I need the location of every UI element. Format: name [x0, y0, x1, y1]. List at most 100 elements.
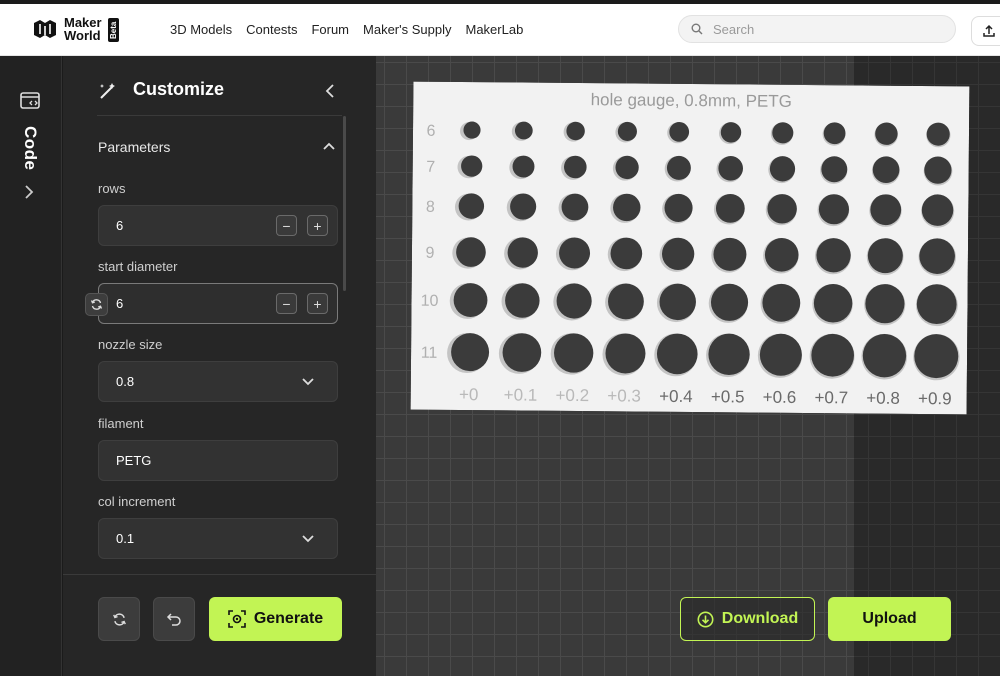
gauge-hole — [510, 193, 537, 220]
beta-badge: Beta — [108, 18, 119, 42]
gauge-hole — [862, 334, 907, 378]
upload-button[interactable]: Upload — [828, 597, 951, 641]
gauge-hole — [919, 238, 955, 274]
start-diameter-value[interactable]: 6 — [116, 296, 123, 311]
rows-value[interactable]: 6 — [116, 218, 123, 233]
gauge-hole — [661, 237, 695, 271]
generate-button[interactable]: Generate — [209, 597, 342, 641]
nav-forum[interactable]: Forum — [311, 22, 349, 37]
nozzle-size-label: nozzle size — [98, 337, 163, 352]
makerworld-logo[interactable]: Maker World — [32, 16, 102, 42]
makerworld-logo-icon — [34, 20, 56, 38]
row-label: 6 — [426, 123, 435, 140]
gauge-hole — [718, 156, 743, 181]
nav-makerlab[interactable]: MakerLab — [465, 22, 523, 37]
gauge-hole — [924, 156, 952, 184]
gauge-hole — [561, 193, 589, 221]
gauge-hole — [764, 237, 799, 272]
gauge-hole — [813, 284, 853, 323]
rows-stepper[interactable]: 6 − + — [98, 205, 338, 246]
col-increment-label: col increment — [98, 494, 176, 509]
column-label: +0.7 — [814, 388, 848, 407]
nozzle-size-value: 0.8 — [116, 374, 135, 389]
row-label: 8 — [426, 199, 435, 216]
gauge-hole — [514, 121, 533, 140]
gauge-hole — [613, 193, 641, 222]
side-rail: Code — [0, 56, 62, 676]
reset-value-button[interactable] — [85, 293, 108, 316]
column-label: +0.5 — [711, 387, 745, 406]
search-input[interactable] — [713, 21, 913, 37]
gauge-hole — [507, 237, 538, 268]
gauge-hole — [823, 122, 846, 145]
gauge-hole — [463, 121, 481, 139]
gauge-hole — [666, 155, 691, 180]
gauge-hole — [610, 237, 643, 270]
panel-scrollbar[interactable] — [343, 116, 346, 291]
generate-scan-icon — [228, 610, 246, 628]
gauge-hole — [659, 283, 696, 321]
rows-increment-button[interactable]: + — [307, 215, 328, 236]
nav-contests[interactable]: Contests — [246, 22, 297, 37]
gauge-hole — [767, 194, 797, 224]
refresh-button[interactable] — [98, 597, 140, 641]
gauge-hole — [867, 238, 903, 274]
start-diameter-decrement-button[interactable]: − — [276, 293, 297, 314]
code-tab[interactable]: Code — [20, 126, 40, 171]
gauge-hole — [453, 283, 488, 317]
gauge-hole — [556, 283, 592, 319]
filament-input[interactable]: PETG — [98, 440, 338, 481]
chevron-up-icon[interactable] — [322, 141, 336, 151]
chevron-right-icon[interactable] — [24, 184, 34, 200]
gauge-hole — [769, 156, 796, 182]
column-label: +0.2 — [555, 386, 589, 405]
gauge-hole — [720, 122, 742, 143]
start-diameter-increment-button[interactable]: + — [307, 293, 328, 314]
upload-icon-button[interactable] — [971, 16, 1000, 46]
parameters-section-header[interactable]: Parameters — [98, 139, 170, 155]
column-label: +0.1 — [504, 385, 538, 404]
gauge-hole — [759, 333, 802, 376]
gauge-hole — [456, 237, 486, 267]
collapse-chevron-left-icon[interactable] — [325, 83, 335, 99]
rows-decrement-button[interactable]: − — [276, 215, 297, 236]
filament-value[interactable]: PETG — [116, 453, 151, 468]
refresh-icon — [90, 299, 103, 310]
gauge-hole — [821, 156, 848, 183]
search-icon — [691, 23, 703, 35]
gauge-hole — [605, 333, 646, 374]
nav-3d-models[interactable]: 3D Models — [170, 22, 232, 37]
panel-footer: Generate — [63, 574, 376, 676]
gauge-hole — [608, 283, 644, 320]
download-button[interactable]: Download — [680, 597, 815, 641]
gauge-hole — [818, 194, 850, 225]
gauge-hole — [916, 284, 957, 325]
gauge-hole — [563, 155, 587, 179]
nozzle-size-select[interactable]: 0.8 — [98, 361, 338, 402]
gauge-hole — [566, 121, 585, 141]
gauge-hole — [921, 194, 954, 226]
gauge-hole — [669, 122, 690, 142]
start-diameter-stepper[interactable]: 6 − + — [98, 283, 338, 324]
gauge-hole — [656, 333, 698, 375]
gauge-hole — [914, 334, 959, 379]
gauge-hole — [512, 155, 535, 178]
gauge-hole — [617, 121, 637, 141]
code-window-icon[interactable] — [20, 92, 40, 109]
gauge-hole — [872, 156, 900, 184]
undo-button[interactable] — [153, 597, 195, 641]
filament-label: filament — [98, 416, 144, 431]
download-icon — [697, 611, 714, 627]
col-increment-select[interactable]: 0.1 — [98, 518, 338, 559]
nav-makers-supply[interactable]: Maker's Supply — [363, 22, 451, 37]
main-nav: 3D Models Contests Forum Maker's Supply … — [170, 22, 537, 37]
model-preview-viewport[interactable]: hole gauge, 0.8mm, PETG 6 7 8 9 10 11 +0 +0.1 +… — [376, 56, 1000, 676]
gauge-hole — [615, 155, 639, 180]
gauge-hole — [811, 333, 854, 377]
row-label: 7 — [426, 159, 435, 176]
search-bar[interactable] — [678, 15, 956, 43]
gauge-hole — [502, 333, 542, 372]
start-diameter-label: start diameter — [98, 259, 178, 274]
col-increment-value: 0.1 — [116, 531, 135, 546]
top-navigation-bar: Maker World Beta 3D Models Contests Foru… — [0, 0, 1000, 56]
